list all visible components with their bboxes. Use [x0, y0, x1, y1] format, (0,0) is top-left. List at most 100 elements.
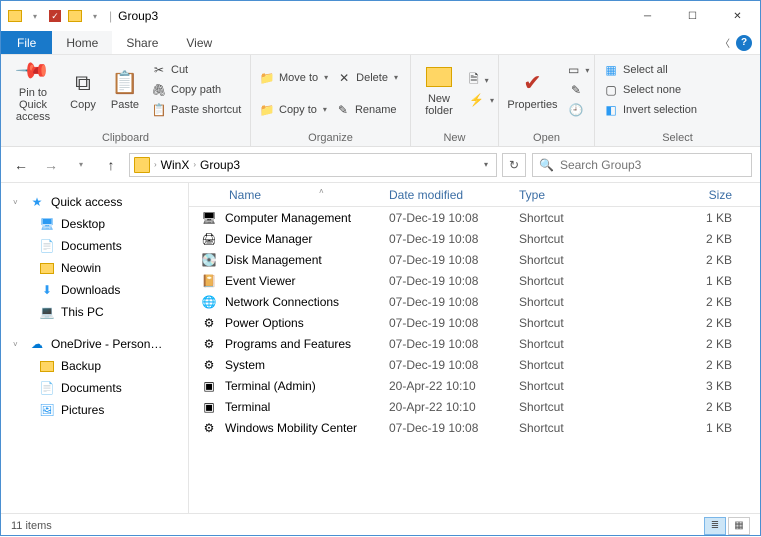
table-row[interactable]: ⚙Power Options07-Dec-19 10:08Shortcut2 K… — [189, 312, 760, 333]
breadcrumb-part[interactable]: WinX — [161, 158, 190, 172]
column-size[interactable]: Size — [629, 188, 760, 202]
file-tab[interactable]: File — [1, 31, 52, 54]
ribbon-tabs: File Home Share View 〈 ? — [1, 31, 760, 55]
file-date: 07-Dec-19 10:08 — [389, 211, 519, 225]
cut-button[interactable]: ✂Cut — [147, 61, 245, 79]
copy-path-button[interactable]: 🖇Copy path — [147, 81, 245, 99]
file-size: 2 KB — [629, 337, 760, 351]
address-dropdown-icon[interactable]: ▾ — [480, 160, 492, 169]
content-area: ˅ ★ Quick access 🖥Desktop 📄Documents Neo… — [1, 183, 760, 513]
tab-view[interactable]: View — [172, 31, 226, 54]
sidebar-item-downloads[interactable]: ⬇Downloads — [1, 279, 188, 301]
forward-button[interactable]: → — [39, 153, 63, 177]
search-icon: 🔍 — [539, 158, 554, 172]
history-button[interactable]: 🕘 — [564, 101, 590, 119]
chevron-down-icon: ▾ — [490, 96, 494, 105]
rename-button[interactable]: ✎Rename — [331, 101, 401, 119]
search-input[interactable] — [560, 158, 745, 172]
column-name[interactable]: Name˄ — [189, 188, 389, 202]
table-row[interactable]: ▣Terminal20-Apr-22 10:10Shortcut2 KB — [189, 396, 760, 417]
file-type: Shortcut — [519, 295, 629, 309]
sort-asicator-icon: ˄ — [319, 187, 324, 196]
invert-selection-icon: ◧ — [603, 102, 619, 118]
recent-locations-button[interactable]: ▾ — [69, 153, 93, 177]
file-type: Shortcut — [519, 316, 629, 330]
table-row[interactable]: ⚙System07-Dec-19 10:08Shortcut2 KB — [189, 354, 760, 375]
properties-button[interactable]: ✔ Properties — [503, 57, 562, 123]
sidebar-item-desktop[interactable]: 🖥Desktop — [1, 213, 188, 235]
properties-icon: ✔ — [519, 69, 547, 97]
table-row[interactable]: ▣Terminal (Admin)20-Apr-22 10:10Shortcut… — [189, 375, 760, 396]
thumbnails-view-button[interactable]: ▦ — [728, 517, 750, 535]
close-button[interactable]: ✕ — [715, 1, 760, 31]
delete-button[interactable]: ✕Delete▾ — [332, 69, 402, 87]
table-row[interactable]: ⚙Windows Mobility Center07-Dec-19 10:08S… — [189, 417, 760, 438]
sidebar-item-backup[interactable]: Backup — [1, 355, 188, 377]
new-item-button[interactable]: 🗎▾ — [465, 71, 491, 89]
table-row[interactable]: 📔Event Viewer07-Dec-19 10:08Shortcut1 KB — [189, 270, 760, 291]
status-bar: 11 items ≣ ▦ — [1, 513, 760, 537]
column-date[interactable]: Date modified — [389, 188, 519, 202]
paste-label: Paste — [111, 99, 139, 111]
sidebar-onedrive[interactable]: ˅ ☁ OneDrive - Person… — [1, 333, 188, 355]
qat-new-folder-icon[interactable] — [67, 8, 83, 24]
new-folder-button[interactable]: New folder — [415, 57, 463, 123]
table-row[interactable]: 🖥Computer Management07-Dec-19 10:08Short… — [189, 207, 760, 228]
file-size: 2 KB — [629, 295, 760, 309]
sidebar-item-documents-od[interactable]: 📄Documents — [1, 377, 188, 399]
easy-access-button[interactable]: ⚡▾ — [465, 91, 491, 109]
back-button[interactable]: ← — [9, 153, 33, 177]
file-icon: 💽 — [201, 252, 217, 268]
pin-to-quick-access-button[interactable]: 📌 Pin to Quick access — [5, 57, 61, 123]
file-icon: ⚙ — [201, 357, 217, 373]
column-type[interactable]: Type — [519, 188, 629, 202]
sidebar-item-neowin[interactable]: Neowin — [1, 257, 188, 279]
help-icon[interactable]: ? — [736, 35, 752, 51]
sidebar-quick-access[interactable]: ˅ ★ Quick access — [1, 191, 188, 213]
copy-to-button[interactable]: 📁Copy to▾ — [255, 101, 331, 119]
group-label-clipboard: Clipboard — [5, 130, 246, 146]
file-type: Shortcut — [519, 421, 629, 435]
paste-shortcut-button[interactable]: 📋Paste shortcut — [147, 101, 245, 119]
collapse-ribbon-icon[interactable]: 〈 — [720, 35, 730, 50]
select-all-button[interactable]: ▦Select all — [599, 61, 701, 79]
expand-icon[interactable]: ˅ — [13, 340, 23, 349]
qat-properties-icon[interactable]: ✓ — [47, 8, 63, 24]
up-button[interactable]: ↑ — [99, 153, 123, 177]
details-view-button[interactable]: ≣ — [704, 517, 726, 535]
expand-icon[interactable]: ˅ — [13, 198, 23, 207]
file-name: Disk Management — [225, 253, 389, 267]
file-icon: ▣ — [201, 378, 217, 394]
sidebar-item-documents[interactable]: 📄Documents — [1, 235, 188, 257]
edit-button[interactable]: ✎ — [564, 81, 590, 99]
move-to-button[interactable]: 📁Move to▾ — [255, 69, 332, 87]
move-to-icon: 📁 — [259, 70, 275, 86]
table-row[interactable]: 💽Disk Management07-Dec-19 10:08Shortcut2… — [189, 249, 760, 270]
sidebar-item-pictures[interactable]: 🖼Pictures — [1, 399, 188, 421]
search-box[interactable]: 🔍 — [532, 153, 752, 177]
qat-dropdown-icon[interactable]: ▾ — [27, 8, 43, 24]
pictures-icon: 🖼 — [39, 402, 55, 418]
select-none-button[interactable]: ▢Select none — [599, 81, 701, 99]
maximize-button[interactable]: ☐ — [670, 1, 715, 31]
folder-icon — [134, 157, 150, 173]
quick-access-icon: ★ — [29, 194, 45, 210]
copy-button[interactable]: ⧉ Copy — [63, 57, 103, 123]
documents-icon: 📄 — [39, 238, 55, 254]
breadcrumb-part[interactable]: Group3 — [200, 158, 240, 172]
file-size: 2 KB — [629, 400, 760, 414]
file-name: System — [225, 358, 389, 372]
refresh-button[interactable]: ↻ — [502, 153, 526, 177]
tab-share[interactable]: Share — [112, 31, 172, 54]
address-bar[interactable]: › WinX › Group3 ▾ — [129, 153, 497, 177]
table-row[interactable]: ⚙Programs and Features07-Dec-19 10:08Sho… — [189, 333, 760, 354]
qat-dropdown-2-icon[interactable]: ▾ — [87, 8, 103, 24]
open-button[interactable]: ▭▾ — [564, 61, 590, 79]
table-row[interactable]: 🌐Network Connections07-Dec-19 10:08Short… — [189, 291, 760, 312]
table-row[interactable]: 🖨Device Manager07-Dec-19 10:08Shortcut2 … — [189, 228, 760, 249]
minimize-button[interactable]: ─ — [625, 1, 670, 31]
paste-button[interactable]: 📋 Paste — [105, 57, 145, 123]
tab-home[interactable]: Home — [52, 31, 112, 54]
sidebar-item-this-pc[interactable]: 💻This PC — [1, 301, 188, 323]
invert-selection-button[interactable]: ◧Invert selection — [599, 101, 701, 119]
